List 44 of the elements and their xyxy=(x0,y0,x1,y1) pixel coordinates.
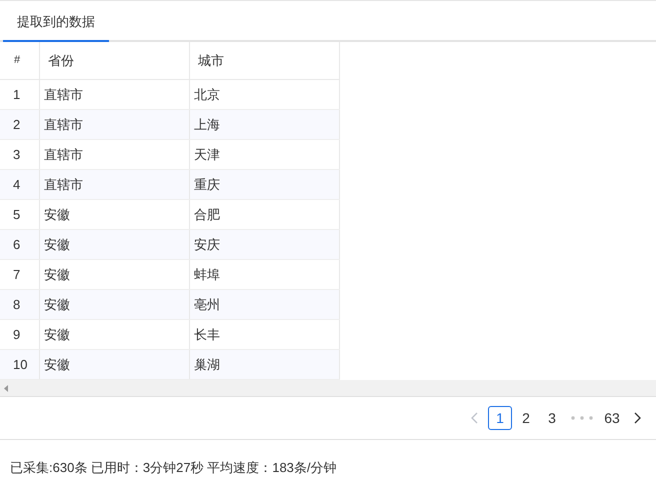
page-button[interactable]: 1 xyxy=(488,406,512,430)
table-cell: 安徽 xyxy=(40,350,190,379)
table-cell: 直辖市 xyxy=(40,170,190,199)
table-cell: 安徽 xyxy=(40,320,190,349)
table-cell: 安庆 xyxy=(190,230,340,259)
table-cell: 9 xyxy=(0,320,40,349)
scroll-left-icon xyxy=(4,384,8,392)
table-cell: 8 xyxy=(0,290,40,319)
ellipsis-icon xyxy=(571,416,593,420)
table-cell: 安徽 xyxy=(40,290,190,319)
table-cell: 3 xyxy=(0,140,40,169)
table-cell: 10 xyxy=(0,350,40,379)
table-cell: 巢湖 xyxy=(190,350,340,379)
page-button[interactable]: 2 xyxy=(514,406,538,430)
status-text: 已采集:630条 已用时：3分钟27秒 平均速度：183条/分钟 xyxy=(10,460,337,475)
table-cell: 直辖市 xyxy=(40,110,190,139)
table-cell: 北京 xyxy=(190,80,340,109)
table-cell: 安徽 xyxy=(40,230,190,259)
table-cell: 重庆 xyxy=(190,170,340,199)
table-cell: 安徽 xyxy=(40,260,190,289)
tab[interactable]: 提取到的数据 xyxy=(3,1,109,42)
table-cell: 6 xyxy=(0,230,40,259)
table-cell: 蚌埠 xyxy=(190,260,340,289)
column-header: # xyxy=(0,42,40,79)
table-cell: 直辖市 xyxy=(40,140,190,169)
table-cell: 合肥 xyxy=(190,200,340,229)
page-button[interactable]: 63 xyxy=(600,406,624,430)
table-cell: 7 xyxy=(0,260,40,289)
table-cell: 亳州 xyxy=(190,290,340,319)
column-header: 省份 xyxy=(40,42,190,79)
chevron-right-icon xyxy=(634,412,642,424)
table-cell: 5 xyxy=(0,200,40,229)
table-cell: 天津 xyxy=(190,140,340,169)
chevron-left-icon xyxy=(470,412,478,424)
table-cell: 2 xyxy=(0,110,40,139)
table-cell: 安徽 xyxy=(40,200,190,229)
horizontal-scrollbar[interactable] xyxy=(0,380,656,397)
table-cell: 长丰 xyxy=(190,320,340,349)
page-button[interactable]: 3 xyxy=(540,406,564,430)
table-cell: 直辖市 xyxy=(40,80,190,109)
table-cell: 4 xyxy=(0,170,40,199)
table-cell: 上海 xyxy=(190,110,340,139)
table-cell: 1 xyxy=(0,80,40,109)
column-header: 城市 xyxy=(190,42,340,79)
